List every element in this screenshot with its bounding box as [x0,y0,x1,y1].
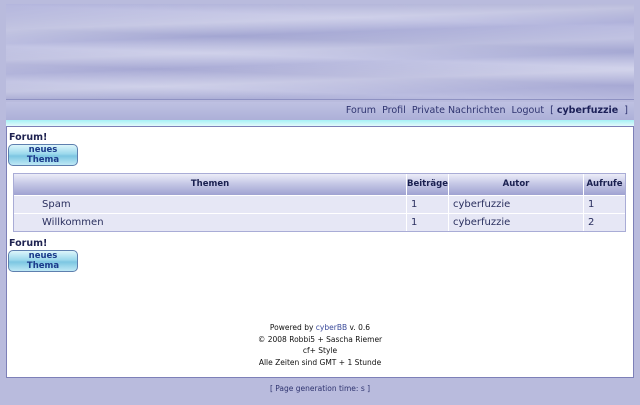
table-row: Spam 1 cyberfuzzie 1 [14,196,625,213]
style-line: cf+ Style [302,346,338,355]
topics-table-header: Themen Beiträge Autor Aufrufe [14,174,625,195]
column-header-themen[interactable]: Themen [14,174,407,195]
topic-link[interactable]: Spam [14,196,407,213]
topic-view-count: 2 [584,214,625,231]
top-navbar: Forum Profil Private Nachrichten Logout … [6,102,634,120]
powered-by-line: Powered by cyberBB v. 0.6 [7,322,633,334]
forum-content-panel: Forum! neues Thema Themen Beiträge Autor… [6,126,634,378]
page-generation-time: [ Page generation time: s ] [269,384,371,393]
column-header-aufrufe[interactable]: Aufrufe [584,174,625,195]
page-footer: Powered by cyberBB v. 0.6 © 2008 Robbi5 … [7,322,633,368]
powered-by-brand-link[interactable]: cyberBB [316,323,347,332]
header-banner [6,4,634,100]
column-header-autor[interactable]: Autor [449,174,584,195]
powered-by-version: v. 0.6 [349,323,371,332]
powered-by-prefix: Powered by [269,323,314,332]
forum-heading-top: Forum! [9,132,48,143]
user-bracket-close: ] [624,105,628,116]
topic-post-count: 1 [407,196,449,213]
column-header-beitraege[interactable]: Beiträge [407,174,449,195]
new-topic-button-bottom[interactable]: neues Thema [8,250,78,272]
topic-author[interactable]: cyberfuzzie [449,196,584,213]
new-topic-button-top[interactable]: neues Thema [8,144,78,166]
timezone-line: Alle Zeiten sind GMT + 1 Stunde [258,357,382,367]
forum-heading-bottom: Forum! [9,238,48,249]
topic-view-count: 1 [584,196,625,213]
topic-author[interactable]: cyberfuzzie [449,214,584,231]
topic-link[interactable]: Willkommen [14,214,407,231]
new-topic-button-label-line2: Thema [26,260,60,271]
topic-post-count: 1 [407,214,449,231]
nav-forum-link[interactable]: Forum [346,105,376,116]
current-username: cyberfuzzie [556,105,619,116]
new-topic-button-label-line2: Thema [26,154,60,165]
topics-table: Themen Beiträge Autor Aufrufe Spam 1 cyb… [13,173,626,232]
user-bracket-open: [ [550,105,554,116]
nav-logout-link[interactable]: Logout [512,105,545,116]
nav-profil-link[interactable]: Profil [382,105,406,116]
nav-private-messages-link[interactable]: Private Nachrichten [412,105,506,116]
table-row: Willkommen 1 cyberfuzzie 2 [14,214,625,231]
copyright-line: © 2008 Robbi5 + Sascha Riemer [257,334,383,344]
